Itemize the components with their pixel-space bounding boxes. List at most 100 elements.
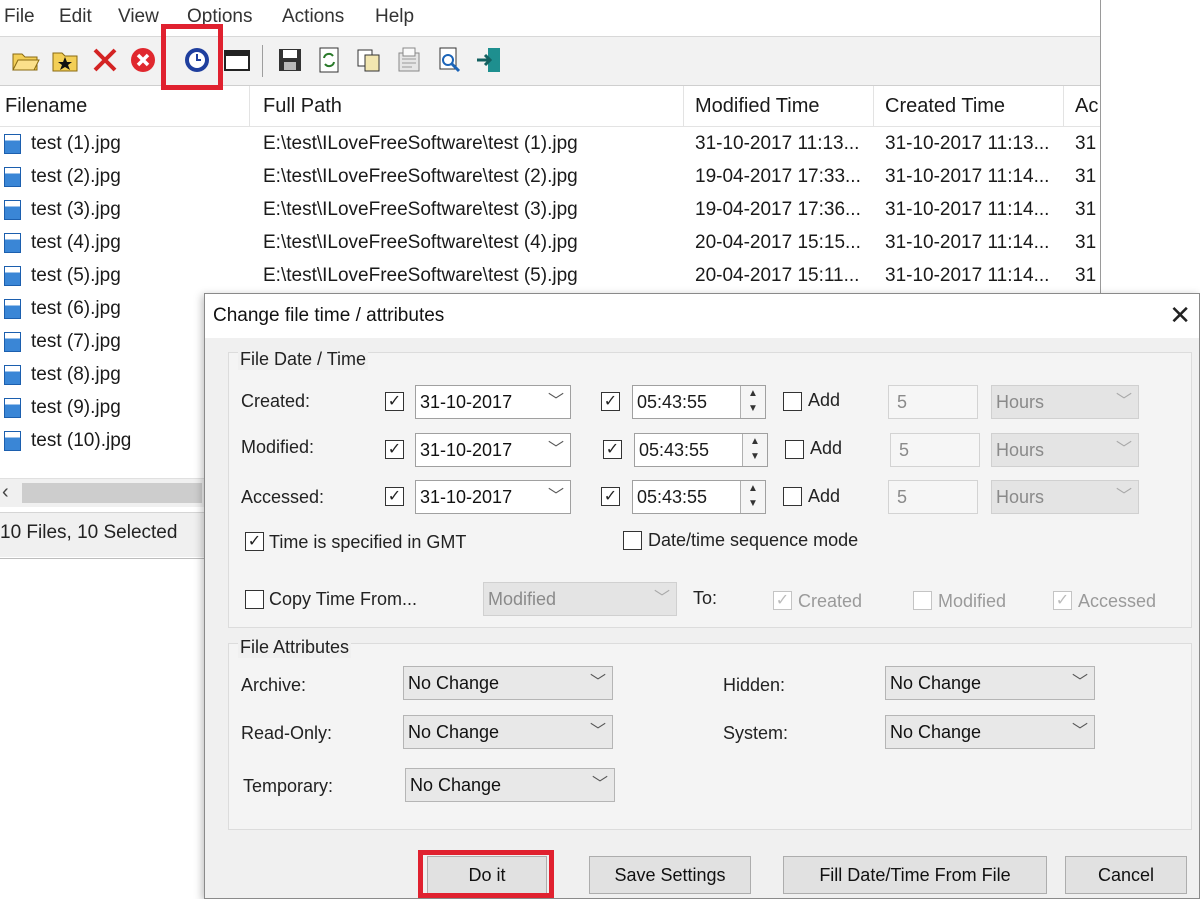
save-icon[interactable] xyxy=(275,45,305,75)
menu-actions[interactable]: Actions xyxy=(282,6,344,28)
properties-icon[interactable] xyxy=(394,45,424,75)
exit-icon[interactable] xyxy=(474,45,504,75)
delete-x-icon[interactable] xyxy=(90,45,120,75)
refresh-icon[interactable] xyxy=(314,45,344,75)
accessed-add-checkbox[interactable] xyxy=(783,487,802,506)
change-time-dialog: Change file time / attributes ✕ File Dat… xyxy=(204,293,1200,899)
to-accessed-label: Accessed xyxy=(1078,591,1157,611)
cell-accessed: 31 xyxy=(1075,232,1097,253)
accessed-add-amount[interactable]: 5 xyxy=(888,480,978,514)
copy-icon[interactable] xyxy=(354,45,384,75)
system-select[interactable]: No Change ﹀ xyxy=(885,715,1095,749)
cell-filename: test (8).jpg xyxy=(31,364,121,385)
column-created-time[interactable]: Created Time xyxy=(880,86,1064,126)
to-created-checkbox[interactable]: ✓ xyxy=(773,591,792,610)
time-spinner-icon[interactable]: ▲ ▼ xyxy=(740,481,765,513)
modified-date-checkbox[interactable]: ✓ xyxy=(385,440,404,459)
copy-time-checkbox[interactable] xyxy=(245,590,264,609)
cell-created: 31-10-2017 11:13... xyxy=(885,133,1050,154)
status-bar: 10 Files, 10 Selected xyxy=(0,512,210,557)
column-filename[interactable]: Filename xyxy=(0,86,250,126)
table-row[interactable]: test (2).jpg E:\test\ILoveFreeSoftware\t… xyxy=(0,161,1100,193)
column-modified-time[interactable]: Modified Time xyxy=(690,86,874,126)
fill-from-file-button[interactable]: Fill Date/Time From File xyxy=(783,856,1047,894)
time-spinner-icon[interactable]: ▲ ▼ xyxy=(742,434,767,466)
accessed-date-checkbox[interactable]: ✓ xyxy=(385,487,404,506)
modified-add-amount[interactable]: 5 xyxy=(890,433,980,467)
open-folder-icon[interactable] xyxy=(10,45,40,75)
close-icon[interactable]: ✕ xyxy=(1169,300,1191,330)
chevron-down-icon: ﹀ xyxy=(1115,488,1132,505)
created-add-unit[interactable]: Hours ﹀ xyxy=(991,385,1139,419)
table-row[interactable]: test (3).jpg E:\test\ILoveFreeSoftware\t… xyxy=(0,194,1100,226)
modified-time-input[interactable]: 05:43:55 ▲ ▼ xyxy=(634,433,768,467)
image-file-icon xyxy=(4,233,21,253)
find-icon[interactable] xyxy=(434,45,464,75)
cell-filename: test (5).jpg xyxy=(31,265,121,286)
save-settings-button[interactable]: Save Settings xyxy=(589,856,751,894)
cell-filename: test (7).jpg xyxy=(31,331,121,352)
modified-add-unit[interactable]: Hours ﹀ xyxy=(991,433,1139,467)
table-row[interactable]: test (4).jpg E:\test\ILoveFreeSoftware\t… xyxy=(0,227,1100,259)
created-date-picker[interactable]: 31-10-2017 ﹀ xyxy=(415,385,571,419)
created-time-checkbox[interactable]: ✓ xyxy=(601,392,620,411)
modified-time-checkbox[interactable]: ✓ xyxy=(603,440,622,459)
accessed-add-unit[interactable]: Hours ﹀ xyxy=(991,480,1139,514)
modified-date-picker[interactable]: 31-10-2017 ﹀ xyxy=(415,433,571,467)
created-time-input[interactable]: 05:43:55 ▲ ▼ xyxy=(632,385,766,419)
to-modified-checkbox[interactable] xyxy=(913,591,932,610)
image-file-icon xyxy=(4,365,21,385)
cell-filename: test (4).jpg xyxy=(31,232,121,253)
system-label: System: xyxy=(723,723,789,743)
highlight-annotation xyxy=(161,24,223,90)
scroll-left-icon[interactable]: ‹ xyxy=(2,481,9,504)
copy-time-label: Copy Time From... xyxy=(269,589,418,609)
stop-icon[interactable] xyxy=(128,45,158,75)
horizontal-scrollbar[interactable]: ‹ xyxy=(0,478,210,507)
to-accessed-checkbox[interactable]: ✓ xyxy=(1053,591,1072,610)
time-spinner-icon[interactable]: ▲ ▼ xyxy=(740,386,765,418)
cell-filename: test (1).jpg xyxy=(31,133,121,154)
cancel-button[interactable]: Cancel xyxy=(1065,856,1187,894)
gmt-checkbox[interactable]: ✓ xyxy=(245,532,264,551)
accessed-date-picker[interactable]: 31-10-2017 ﹀ xyxy=(415,480,571,514)
cell-path: E:\test\ILoveFreeSoftware\test (4).jpg xyxy=(263,232,578,253)
column-full-path[interactable]: Full Path xyxy=(258,86,684,126)
modified-add-label: Add xyxy=(810,438,843,458)
column-accessed-time[interactable]: Ac xyxy=(1070,86,1100,126)
temporary-select[interactable]: No Change ﹀ xyxy=(405,768,615,802)
accessed-add-unit-value: Hours xyxy=(996,487,1045,507)
created-date-checkbox[interactable]: ✓ xyxy=(385,392,404,411)
read-only-select[interactable]: No Change ﹀ xyxy=(403,715,613,749)
hidden-select[interactable]: No Change ﹀ xyxy=(885,666,1095,700)
menu-view[interactable]: View xyxy=(118,6,159,28)
copy-from-select[interactable]: Modified ﹀ xyxy=(483,582,677,616)
table-row[interactable]: test (1).jpg E:\test\ILoveFreeSoftware\t… xyxy=(0,128,1100,160)
modified-add-checkbox[interactable] xyxy=(785,440,804,459)
accessed-add-label: Add xyxy=(808,486,841,506)
image-file-icon xyxy=(4,299,21,319)
favorite-folder-icon[interactable] xyxy=(50,45,80,75)
menu-help[interactable]: Help xyxy=(375,6,414,28)
image-file-icon xyxy=(4,134,21,154)
cell-filename: test (6).jpg xyxy=(31,298,121,319)
cell-modified: 20-04-2017 15:15... xyxy=(695,232,861,253)
accessed-time-input[interactable]: 05:43:55 ▲ ▼ xyxy=(632,480,766,514)
accessed-time-checkbox[interactable]: ✓ xyxy=(601,487,620,506)
modified-time-value: 05:43:55 xyxy=(639,440,710,460)
archive-select[interactable]: No Change ﹀ xyxy=(403,666,613,700)
created-add-unit-value: Hours xyxy=(996,392,1045,412)
menu-file[interactable]: File xyxy=(4,6,35,28)
accessed-time-value: 05:43:55 xyxy=(637,487,708,507)
created-add-checkbox[interactable] xyxy=(783,392,802,411)
scrollbar-thumb[interactable] xyxy=(22,483,202,503)
created-add-amount[interactable]: 5 xyxy=(888,385,978,419)
accessed-label: Accessed: xyxy=(241,487,325,507)
table-row[interactable]: test (5).jpg E:\test\ILoveFreeSoftware\t… xyxy=(0,260,1100,292)
created-label: Created: xyxy=(241,391,311,411)
window-icon[interactable] xyxy=(222,45,252,75)
chevron-down-icon: ﹀ xyxy=(589,674,606,691)
sequence-mode-checkbox[interactable] xyxy=(623,531,642,550)
menu-edit[interactable]: Edit xyxy=(59,6,92,28)
cell-path: E:\test\ILoveFreeSoftware\test (1).jpg xyxy=(263,133,578,154)
